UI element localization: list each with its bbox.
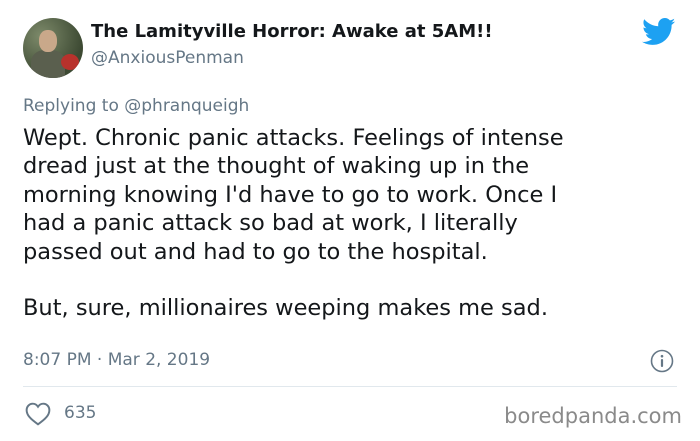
- replying-to-label: Replying to: [23, 96, 119, 116]
- watermark: boredpanda.com: [504, 404, 682, 428]
- avatar-face: [39, 30, 57, 52]
- replying-to: Replying to @phranqueigh: [23, 94, 249, 118]
- tweet-line: But, sure, millionaires weeping makes me…: [23, 295, 548, 322]
- display-name[interactable]: The Lamityville Horror: Awake at 5AM!!: [91, 19, 493, 45]
- tweet-line: Wept. Chronic panic attacks. Feelings of…: [23, 125, 564, 151]
- tweet-line: had a panic attack so bad at work, I lit…: [23, 210, 518, 237]
- tweet-text: Wept. Chronic panic attacks. Feelings of…: [23, 124, 683, 322]
- tweet-line: dread just at the thought of waking up i…: [23, 153, 530, 180]
- avatar[interactable]: [23, 18, 83, 78]
- tweet-line: passed out and had to go to the hospital…: [23, 238, 488, 265]
- twitter-bird-icon[interactable]: [642, 18, 676, 46]
- divider: [23, 386, 677, 387]
- avatar-pet: [61, 54, 79, 70]
- info-icon[interactable]: [650, 349, 674, 373]
- reply-mention-link[interactable]: @phranqueigh: [124, 96, 249, 116]
- avatar-figure: [31, 50, 65, 78]
- tweet-line: morning knowing I'd have to go to work. …: [23, 181, 558, 208]
- user-handle[interactable]: @AnxiousPenman: [91, 45, 493, 71]
- tweet-header: The Lamityville Horror: Awake at 5AM!! @…: [91, 19, 493, 71]
- like-count: 635: [64, 403, 97, 423]
- tweet-timestamp[interactable]: 8:07 PM · Mar 2, 2019: [23, 348, 210, 372]
- heart-icon[interactable]: [25, 402, 51, 426]
